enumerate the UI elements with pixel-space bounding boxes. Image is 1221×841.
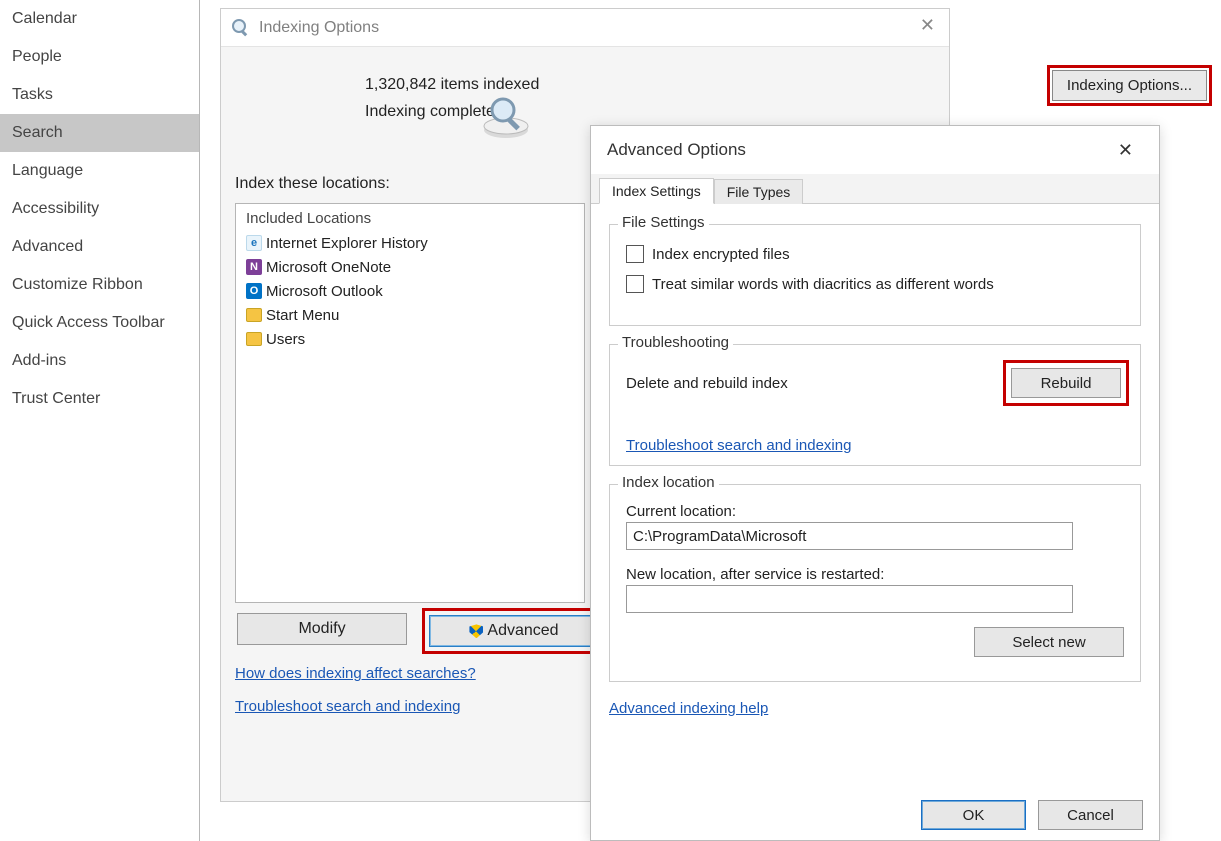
- rebuild-button[interactable]: Rebuild: [1011, 368, 1121, 398]
- folder-icon: [246, 332, 262, 346]
- new-location-field[interactable]: [626, 585, 1073, 613]
- sidebar-item-add-ins[interactable]: Add-ins: [0, 342, 199, 380]
- troubleshooting-group: Troubleshooting Delete and rebuild index…: [609, 344, 1141, 466]
- indexing-status-icon: [481, 92, 531, 142]
- sidebar-item-accessibility[interactable]: Accessibility: [0, 190, 199, 228]
- close-icon[interactable]: ✕: [1108, 134, 1143, 167]
- index-encrypted-files-label: Index encrypted files: [652, 246, 790, 263]
- ie-icon: e: [246, 235, 262, 251]
- tab-index-settings[interactable]: Index Settings: [599, 178, 714, 204]
- sidebar-item-calendar[interactable]: Calendar: [0, 0, 199, 38]
- advanced-options-dialog: Advanced Options ✕ Index Settings File T…: [590, 125, 1160, 841]
- indexing-options-button[interactable]: Indexing Options...: [1052, 70, 1207, 101]
- rebuild-index-label: Delete and rebuild index: [626, 375, 788, 392]
- sidebar-item-customize-ribbon[interactable]: Customize Ribbon: [0, 266, 199, 304]
- advanced-dialog-title: Advanced Options: [607, 140, 746, 160]
- sidebar-item-trust-center[interactable]: Trust Center: [0, 380, 199, 418]
- cancel-button[interactable]: Cancel: [1038, 800, 1143, 830]
- sidebar-item-search[interactable]: Search: [0, 114, 199, 152]
- list-item[interactable]: Users: [246, 327, 574, 351]
- index-location-group: Index location Current location: C:\Prog…: [609, 484, 1141, 682]
- advanced-button[interactable]: Advanced: [429, 615, 599, 647]
- ok-button[interactable]: OK: [921, 800, 1026, 830]
- diacritics-checkbox[interactable]: [626, 275, 644, 293]
- location-label: Microsoft OneNote: [266, 259, 391, 276]
- list-item[interactable]: e Internet Explorer History: [246, 231, 574, 255]
- location-label: Users: [266, 331, 305, 348]
- location-label: Microsoft Outlook: [266, 283, 383, 300]
- advanced-button-label: Advanced: [487, 622, 558, 640]
- dialog-title: Indexing Options: [259, 19, 379, 37]
- list-item[interactable]: Start Menu: [246, 303, 574, 327]
- folder-icon: [246, 308, 262, 322]
- list-item[interactable]: O Microsoft Outlook: [246, 279, 574, 303]
- diacritics-label: Treat similar words with diacritics as d…: [652, 276, 994, 293]
- search-settings-panel: Indexing Options...: [961, 0, 1221, 101]
- list-item[interactable]: N Microsoft OneNote: [246, 255, 574, 279]
- sidebar-item-language[interactable]: Language: [0, 152, 199, 190]
- locations-listbox[interactable]: Included Locations e Internet Explorer H…: [235, 203, 585, 603]
- sidebar-item-advanced[interactable]: Advanced: [0, 228, 199, 266]
- troubleshooting-legend: Troubleshooting: [618, 334, 733, 351]
- location-label: Start Menu: [266, 307, 339, 324]
- modify-button[interactable]: Modify: [237, 613, 407, 645]
- sidebar-item-tasks[interactable]: Tasks: [0, 76, 199, 114]
- items-indexed-label: 1,320,842 items indexed: [365, 71, 935, 98]
- indexing-status-label: Indexing complete.: [365, 98, 935, 125]
- close-icon[interactable]: ✕: [920, 15, 935, 36]
- current-location-label: Current location:: [626, 503, 1124, 520]
- magnifier-icon: [231, 18, 251, 38]
- outlook-icon: O: [246, 283, 262, 299]
- onenote-icon: N: [246, 259, 262, 275]
- index-location-legend: Index location: [618, 474, 719, 491]
- locations-column-header: Included Locations: [246, 210, 574, 227]
- dialog-titlebar: Indexing Options ✕: [221, 9, 949, 47]
- index-encrypted-files-checkbox[interactable]: [626, 245, 644, 263]
- file-settings-group: File Settings Index encrypted files Trea…: [609, 224, 1141, 326]
- new-location-label: New location, after service is restarted…: [626, 566, 1124, 583]
- sidebar-item-people[interactable]: People: [0, 38, 199, 76]
- file-settings-legend: File Settings: [618, 214, 709, 231]
- current-location-field: C:\ProgramData\Microsoft: [626, 522, 1073, 550]
- shield-icon: [469, 624, 483, 638]
- tab-bar: Index Settings File Types: [591, 174, 1159, 204]
- select-new-button[interactable]: Select new: [974, 627, 1124, 657]
- location-label: Internet Explorer History: [266, 235, 428, 252]
- troubleshoot-search-indexing-link[interactable]: Troubleshoot search and indexing: [626, 437, 1124, 454]
- advanced-indexing-help-link[interactable]: Advanced indexing help: [609, 700, 1141, 717]
- sidebar-item-quick-access-toolbar[interactable]: Quick Access Toolbar: [0, 304, 199, 342]
- tab-file-types[interactable]: File Types: [714, 179, 804, 204]
- options-sidebar: Calendar People Tasks Search Language Ac…: [0, 0, 200, 841]
